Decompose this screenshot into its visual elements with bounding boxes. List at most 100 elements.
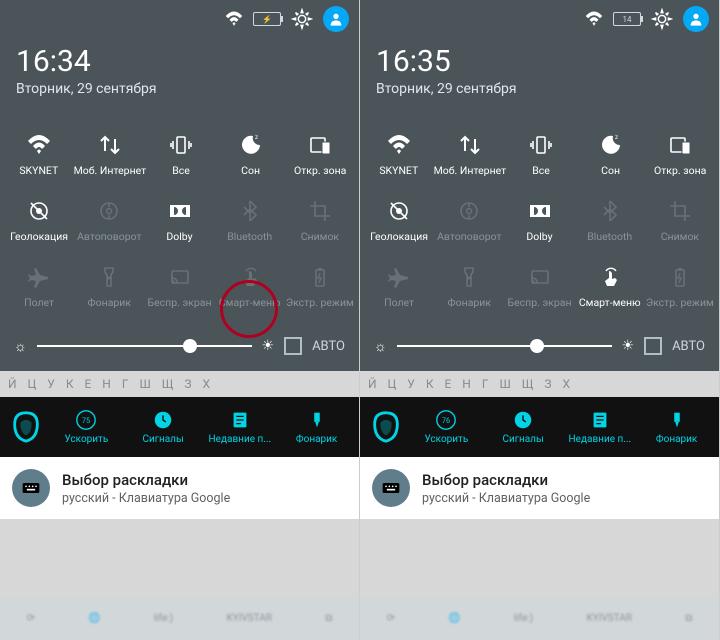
auto-brightness-checkbox[interactable]	[644, 337, 662, 355]
clock-icon	[152, 409, 174, 431]
notification-card[interactable]: Выбор раскладки русский - Клавиатура Goo…	[0, 457, 359, 519]
brightness-row: ☼ ☀ АВТО	[0, 325, 359, 371]
recent-icon	[229, 409, 251, 431]
profile-avatar[interactable]	[683, 6, 709, 32]
cast-icon	[167, 264, 193, 290]
brightness-slider[interactable]	[397, 345, 612, 347]
quick-clock[interactable]: Сигналы	[127, 409, 200, 445]
qs-tile-label: Все	[532, 164, 550, 177]
notification-card[interactable]: Выбор раскладки русский - Клавиатура Goo…	[360, 457, 719, 519]
rotate-icon	[456, 198, 482, 224]
qs-tile-location[interactable]: Геолокация	[4, 187, 74, 253]
security-app-icon[interactable]	[6, 407, 46, 447]
qs-tile-rotate[interactable]: Автоповорот	[74, 187, 144, 253]
quick-flash[interactable]: Фонарик	[280, 409, 353, 445]
qs-tile-label: Bluetooth	[587, 230, 632, 243]
battery-status-icon: 14	[613, 12, 641, 26]
qs-tile-screen[interactable]: Откр. зона	[645, 121, 715, 187]
qs-tile-cast[interactable]: Беспр. экран	[504, 253, 574, 319]
quick-flash[interactable]: Фонарик	[640, 409, 713, 445]
data-icon	[97, 132, 123, 158]
screenshot-right: 14 16:35 Вторник, 29 сентября SKYNETМоб.…	[360, 0, 720, 640]
qs-tile-bluetooth[interactable]: Bluetooth	[575, 187, 645, 253]
quick-settings-grid: SKYNETМоб. Интернет Все СонОткр. зона Геоло…	[360, 111, 719, 325]
settings-icon[interactable]	[651, 8, 673, 30]
torch-icon	[96, 264, 122, 290]
torch-icon	[456, 264, 482, 290]
qs-tile-label: SKYNET	[19, 164, 58, 177]
qs-tile-battery[interactable]: Экстр. режим	[645, 253, 715, 319]
flash-icon	[306, 409, 328, 431]
qs-tile-crop[interactable]: Снимок	[285, 187, 355, 253]
qs-tile-screen[interactable]: Откр. зона	[285, 121, 355, 187]
quick-recent[interactable]: Недавние п...	[564, 409, 637, 445]
clock-time[interactable]: 16:35	[376, 44, 703, 79]
qs-tile-data[interactable]: Моб. Интернет	[74, 121, 147, 187]
data-icon	[457, 132, 483, 158]
notification-title: Выбор раскладки	[422, 471, 707, 489]
qs-tile-battery[interactable]: Экстр. режим	[285, 253, 355, 319]
quick-clock[interactable]: Сигналы	[487, 409, 560, 445]
qs-tile-moon[interactable]: Сон	[216, 121, 286, 187]
qs-tile-dolby[interactable]: Dolby	[144, 187, 214, 253]
dolby-icon	[167, 198, 193, 224]
qs-tile-plane[interactable]: Полет	[364, 253, 434, 319]
qs-tile-vibrate[interactable]: Все	[506, 121, 576, 187]
qs-tile-label: Снимок	[301, 230, 339, 243]
qs-tile-cast[interactable]: Беспр. экран	[144, 253, 214, 319]
qs-tile-dolby[interactable]: Dolby	[504, 187, 574, 253]
touch-icon	[237, 264, 263, 290]
quick-speed[interactable]: 75Ускорить	[50, 409, 123, 445]
settings-icon[interactable]	[291, 8, 313, 30]
qs-tile-wifi[interactable]: SKYNET	[364, 121, 434, 187]
wifi-icon	[386, 132, 412, 158]
qs-tile-label: Беспр. экран	[148, 296, 212, 309]
wifi-icon	[26, 132, 52, 158]
qs-tile-label: Геолокация	[10, 230, 68, 243]
keyboard-preview-strip: Й Ц У К Е Н Г Ш Щ З Х	[0, 371, 359, 397]
brightness-low-icon: ☼	[374, 338, 387, 355]
brightness-high-icon: ☀	[622, 338, 635, 354]
clock-date[interactable]: Вторник, 29 сентября	[376, 81, 703, 97]
quick-speed[interactable]: 76Ускорить	[410, 409, 483, 445]
brightness-slider[interactable]	[37, 345, 252, 347]
moon-icon	[598, 132, 624, 158]
qs-tile-label: Все	[172, 164, 190, 177]
qs-tile-torch[interactable]: Фонарик	[74, 253, 144, 319]
quick-label: Недавние п...	[569, 434, 632, 445]
qs-tile-torch[interactable]: Фонарик	[434, 253, 504, 319]
qs-tile-label: Фонарик	[448, 296, 492, 309]
quick-label: Фонарик	[656, 434, 697, 445]
qs-tile-label: Dolby	[166, 230, 192, 243]
bg-taskbar: ⟳🌐 life:) KYIVSTAR ⧉	[0, 596, 359, 640]
quick-settings-grid: SKYNET Моб. Интернет Все Сон Откр. зона Геоло…	[0, 111, 359, 325]
qs-tile-wifi[interactable]: SKYNET	[4, 121, 74, 187]
profile-avatar[interactable]	[323, 6, 349, 32]
qs-tile-label: Полет	[24, 296, 54, 309]
qs-tile-label: Беспр. экран	[508, 296, 572, 309]
screen-icon	[307, 132, 333, 158]
quick-label: Ускорить	[424, 434, 468, 445]
qs-tile-label: Геолокация	[370, 230, 428, 243]
qs-tile-moon[interactable]: Сон	[576, 121, 646, 187]
clock-icon	[512, 409, 534, 431]
qs-tile-bluetooth[interactable]: Bluetooth	[215, 187, 285, 253]
qs-tile-vibrate[interactable]: Все	[146, 121, 216, 187]
clock-date[interactable]: Вторник, 29 сентября	[16, 81, 343, 97]
qs-tile-crop[interactable]: Снимок	[645, 187, 715, 253]
brightness-low-icon: ☼	[14, 338, 27, 355]
notification-subtitle: русский - Клавиатура Google	[62, 491, 347, 506]
qs-tile-data[interactable]: Моб. Интернет	[434, 121, 507, 187]
security-app-icon[interactable]	[366, 407, 406, 447]
quick-recent[interactable]: Недавние п...	[204, 409, 277, 445]
vibrate-icon	[168, 132, 194, 158]
qs-tile-location[interactable]: Геолокация	[364, 187, 434, 253]
qs-tile-plane[interactable]: Полет	[4, 253, 74, 319]
qs-tile-label: Сон	[241, 164, 260, 177]
auto-brightness-checkbox[interactable]	[284, 337, 302, 355]
qs-tile-touch[interactable]: Смарт-меню	[215, 253, 285, 319]
clock-time[interactable]: 16:34	[16, 44, 343, 79]
qs-tile-touch[interactable]: Смарт-меню	[575, 253, 645, 319]
status-bar: 14	[360, 0, 719, 38]
qs-tile-rotate[interactable]: Автоповорот	[434, 187, 504, 253]
